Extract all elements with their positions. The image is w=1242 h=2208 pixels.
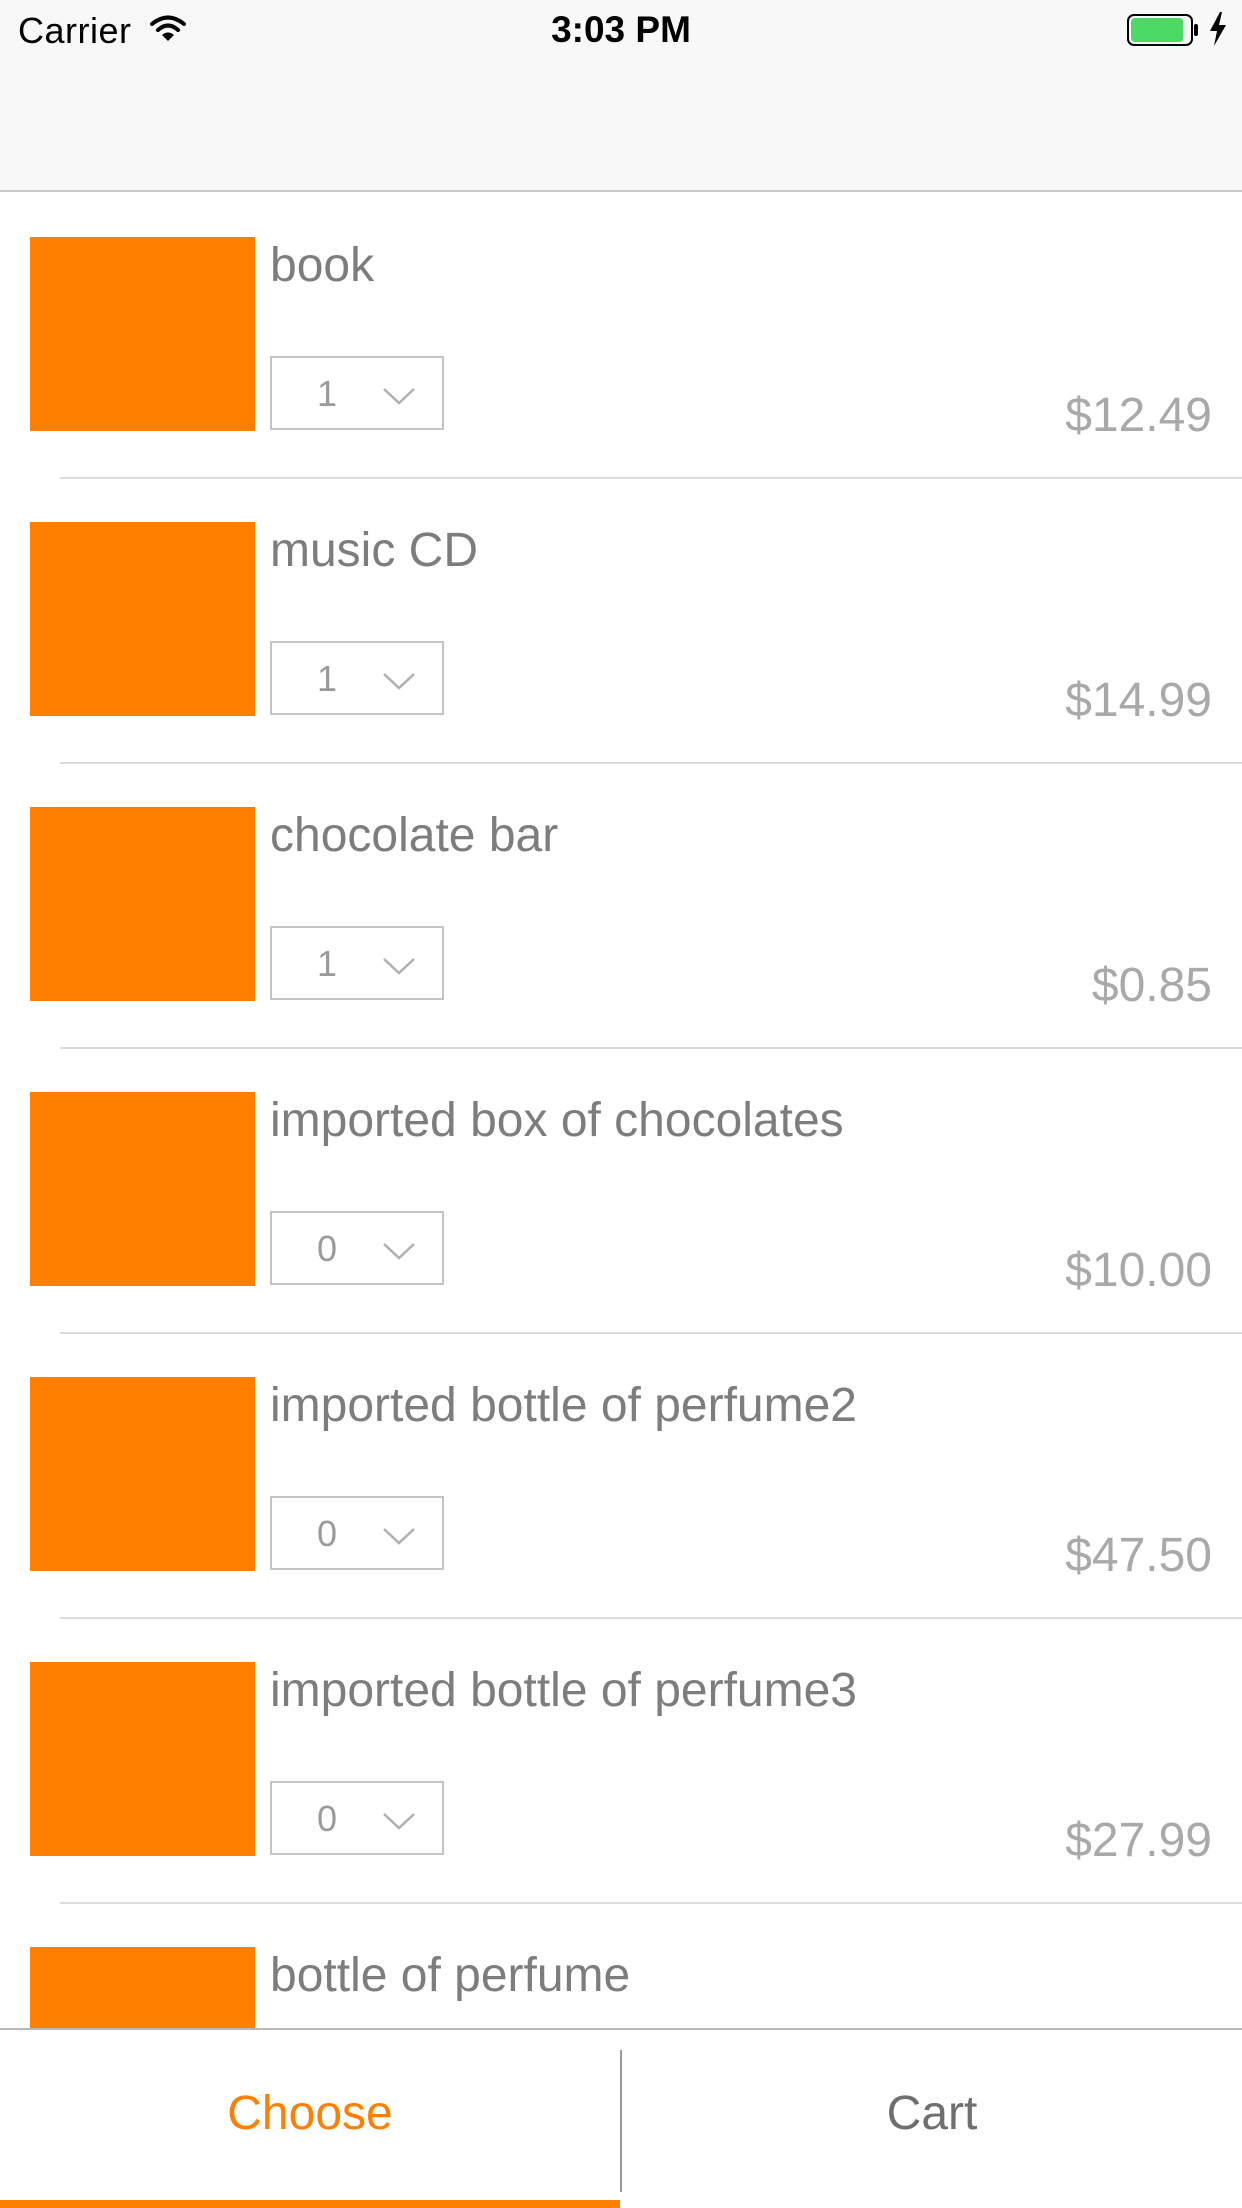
chevron-down-icon [383, 388, 415, 405]
product-name: imported bottle of perfume3 [270, 1664, 857, 1717]
product-name: imported bottle of perfume2 [270, 1379, 857, 1432]
chevron-down-icon [383, 1243, 415, 1260]
quantity-value: 1 [316, 943, 338, 984]
product-image [30, 1947, 255, 2028]
app-screen: Carrier 3:03 PM book 1 $12.49 music CD 1… [0, 0, 1242, 2208]
product-price: $10.00 [1065, 1244, 1212, 1297]
product-row[interactable]: imported bottle of perfume3 0 $27.99 [0, 1619, 1242, 1904]
tab-bar: Choose Cart [0, 2028, 1242, 2208]
product-list[interactable]: book 1 $12.49 music CD 1 $14.99 chocolat… [0, 194, 1242, 2028]
selected-tab-indicator [0, 2200, 620, 2208]
quantity-value: 1 [316, 373, 338, 414]
product-name: music CD [270, 524, 479, 577]
product-name: chocolate bar [270, 809, 559, 862]
tab-cart-label: Cart [886, 2087, 978, 2140]
status-bar: Carrier 3:03 PM [0, 0, 1242, 60]
product-image [30, 807, 255, 1001]
tab-cart[interactable]: Cart [622, 2030, 1242, 2208]
product-image [30, 1092, 255, 1286]
status-time: 3:03 PM [551, 9, 691, 50]
product-row[interactable]: imported bottle of perfume2 0 $47.50 [0, 1334, 1242, 1619]
product-price: $14.99 [1065, 674, 1212, 727]
quantity-dropdown[interactable]: 1 [270, 641, 444, 715]
battery-icon [1127, 14, 1198, 46]
product-name: book [270, 239, 375, 292]
product-image [30, 522, 255, 716]
product-price: $0.85 [1091, 959, 1212, 1012]
product-row[interactable]: chocolate bar 1 $0.85 [0, 764, 1242, 1049]
quantity-dropdown[interactable]: 0 [270, 1496, 444, 1570]
quantity-dropdown[interactable]: 1 [270, 926, 444, 1000]
product-price: $12.49 [1065, 389, 1212, 442]
product-row[interactable]: bottle of perfume [0, 1904, 1242, 2028]
product-row[interactable]: music CD 1 $14.99 [0, 479, 1242, 764]
product-name: imported box of chocolates [270, 1094, 844, 1147]
product-image [30, 1662, 255, 1856]
chevron-down-icon [383, 673, 415, 690]
product-row[interactable]: imported box of chocolates 0 $10.00 [0, 1049, 1242, 1334]
chevron-down-icon [383, 1528, 415, 1545]
charging-bolt-icon [1210, 12, 1226, 46]
quantity-dropdown[interactable]: 1 [270, 356, 444, 430]
quantity-dropdown[interactable]: 0 [270, 1211, 444, 1285]
chevron-down-icon [383, 1813, 415, 1830]
chevron-down-icon [383, 958, 415, 975]
tab-choose[interactable]: Choose [0, 2030, 620, 2208]
quantity-value: 0 [316, 1228, 338, 1269]
product-price: $47.50 [1065, 1529, 1212, 1582]
product-image [30, 237, 255, 431]
product-row[interactable]: book 1 $12.49 [0, 194, 1242, 479]
product-name: bottle of perfume [270, 1949, 631, 2002]
quantity-dropdown[interactable]: 0 [270, 1781, 444, 1855]
product-price: $27.99 [1065, 1814, 1212, 1867]
quantity-value: 1 [316, 658, 338, 699]
product-image [30, 1377, 255, 1571]
quantity-value: 0 [316, 1513, 338, 1554]
tab-choose-label: Choose [227, 2087, 393, 2140]
navigation-bar: Carrier 3:03 PM [0, 0, 1242, 192]
quantity-value: 0 [316, 1798, 338, 1839]
